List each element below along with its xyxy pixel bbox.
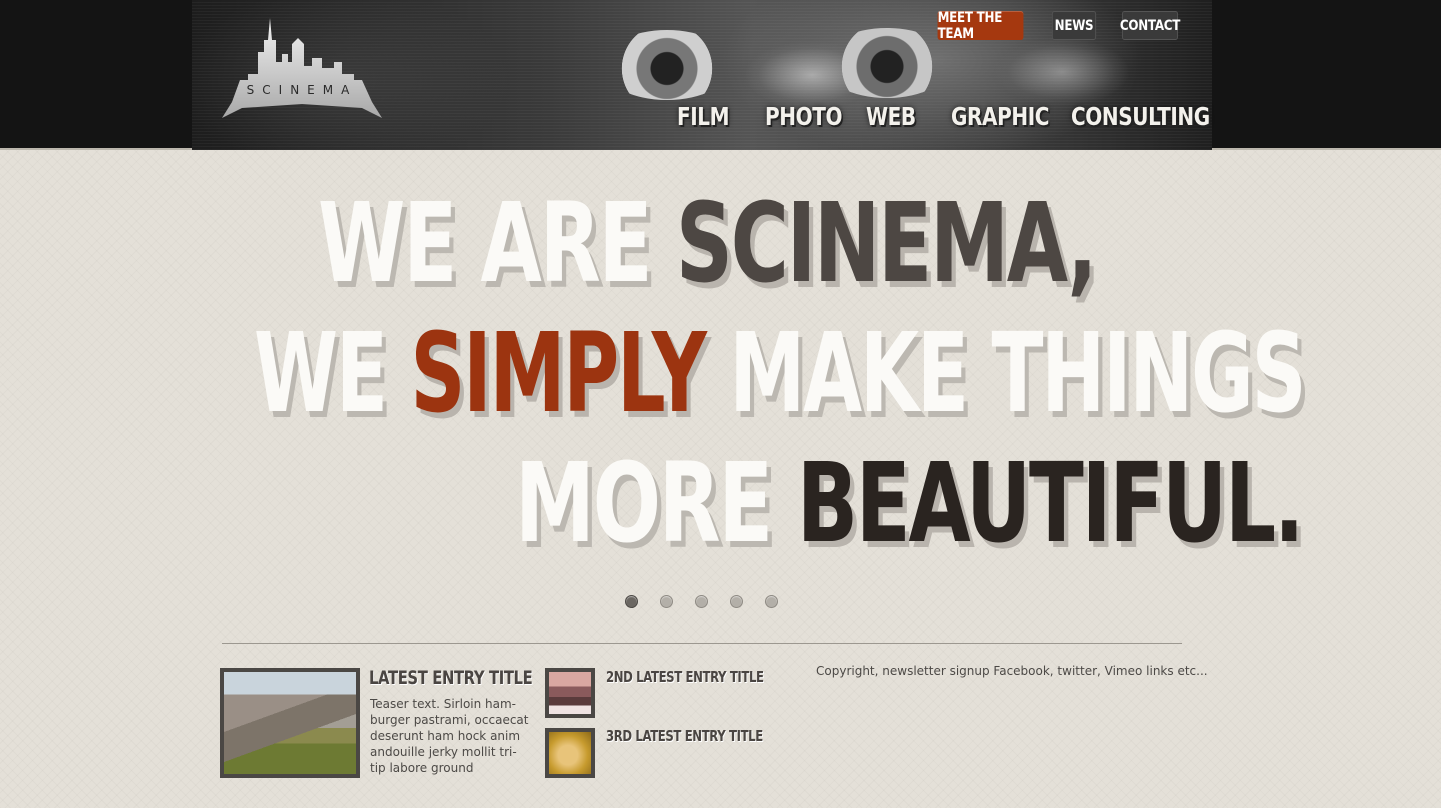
hero-more: MORE [515,439,797,567]
contact-button[interactable]: CONTACT [1120,11,1180,40]
left-eye-image [602,30,732,100]
slide-dot-1[interactable] [625,595,638,608]
latest-entry-title[interactable]: LATEST ENTRY TITLE [369,667,533,689]
news-button[interactable]: NEWS [1051,11,1097,40]
hero-simply: SIMPLY [410,309,707,437]
logo-text: SCINEMA [247,83,358,97]
hero-line-2: WE SIMPLY MAKE THINGS [254,318,1307,428]
section-divider [222,643,1182,644]
third-entry-thumbnail[interactable] [545,728,595,778]
hero-we: WE [254,309,411,437]
nav-graphic[interactable]: GRAPHIC [951,102,1049,131]
hero-line-3: MORE BEAUTIFUL. [515,448,1304,558]
hero-scinema: SCINEMA, [675,179,1098,307]
slider-dots [625,595,778,608]
second-entry-thumbnail[interactable] [545,668,595,718]
hero-beautiful: BEAUTIFUL. [796,439,1305,567]
slide-dot-4[interactable] [730,595,743,608]
second-entry-title[interactable]: 2ND LATEST ENTRY TITLE [606,668,764,686]
latest-entry-thumbnail[interactable] [220,668,360,778]
hero-line-1: WE ARE SCINEMA, [318,188,1097,298]
nav-film[interactable]: FILM [677,102,730,131]
slide-dot-2[interactable] [660,595,673,608]
slide-dot-5[interactable] [765,595,778,608]
right-eye-image [822,28,952,98]
slide-dot-3[interactable] [695,595,708,608]
copyright-text: Copyright, newsletter signup Facebook, t… [816,664,1208,678]
hero-make-things: MAKE THINGS [704,309,1306,437]
meet-the-team-button[interactable]: MEET THE TEAM [937,10,1024,42]
site-header: SCINEMA MEET THE TEAM NEWS CONTACT FILM … [0,0,1441,150]
latest-entry-teaser: Teaser text. Sirloin ham-burger pastrami… [370,697,529,775]
nav-photo[interactable]: PHOTO [765,102,842,131]
nav-web[interactable]: WEB [866,102,916,131]
hero-we-are: WE ARE [318,179,676,307]
scinema-logo[interactable]: SCINEMA [222,18,382,122]
nav-consulting[interactable]: CONSULTING [1071,102,1210,131]
third-entry-title[interactable]: 3RD LATEST ENTRY TITLE [606,727,763,745]
